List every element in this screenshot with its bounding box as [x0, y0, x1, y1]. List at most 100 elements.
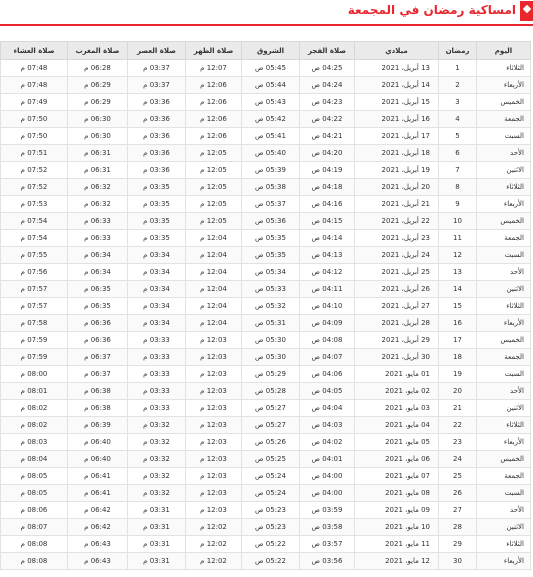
cell-dhuhr: 12:02 م [185, 535, 242, 553]
cell-ramadan: 16 [438, 314, 477, 332]
cell-dhuhr: 12:03 م [185, 348, 242, 366]
cell-asr: 03:36 م [127, 144, 186, 162]
cell-isha: 07:55 م [0, 246, 68, 264]
cell-sunrise: 05:29 ص [241, 365, 300, 383]
cell-maghrib: 06:41 م [67, 484, 128, 502]
cell-gregorian: 01 مايو، 2021 [354, 365, 439, 383]
cell-asr: 03:35 م [127, 178, 186, 196]
cell-day: الأحد [476, 263, 531, 281]
cell-dhuhr: 12:02 م [185, 518, 242, 536]
cell-ramadan: 10 [438, 212, 477, 230]
cell-ramadan: 19 [438, 365, 477, 383]
cell-asr: 03:37 م [127, 76, 186, 94]
cell-ramadan: 29 [438, 535, 477, 553]
cell-ramadan: 24 [438, 450, 477, 468]
flag-icon [520, 1, 533, 21]
cell-sunrise: 05:45 ص [241, 59, 300, 77]
cell-sunrise: 05:22 ص [241, 552, 300, 570]
table-row: الاثنين 28 10 مايو، 2021 03:58 ص 05:23 ص 12:0… [0, 518, 531, 536]
cell-dhuhr: 12:03 م [185, 501, 242, 519]
cell-maghrib: 06:36 م [67, 331, 128, 349]
cell-gregorian: 21 أبريل، 2021 [354, 195, 439, 213]
cell-maghrib: 06:33 م [67, 212, 128, 230]
cell-fajr: 04:18 ص [299, 178, 355, 196]
cell-asr: 03:36 م [127, 161, 186, 179]
cell-sunrise: 05:24 ص [241, 467, 300, 485]
cell-day: الاثنين [476, 161, 531, 179]
header-maghrib: صلاة المغرب [67, 41, 128, 60]
cell-day: السبت [476, 246, 531, 264]
cell-sunrise: 05:38 ص [241, 178, 300, 196]
cell-dhuhr: 12:05 م [185, 212, 242, 230]
cell-sunrise: 05:43 ص [241, 93, 300, 111]
cell-isha: 07:51 م [0, 144, 68, 162]
cell-ramadan: 14 [438, 280, 477, 298]
cell-fajr: 04:08 ص [299, 331, 355, 349]
cell-dhuhr: 12:03 م [185, 365, 242, 383]
cell-isha: 08:06 م [0, 501, 68, 519]
cell-asr: 03:32 م [127, 416, 186, 434]
cell-day: الأحد [476, 382, 531, 400]
cell-dhuhr: 12:03 م [185, 433, 242, 451]
cell-gregorian: 20 أبريل، 2021 [354, 178, 439, 196]
cell-isha: 07:59 م [0, 348, 68, 366]
table-row: الأربعاء 9 21 أبريل، 2021 04:16 ص 05:37 ص 12:… [0, 195, 531, 213]
cell-day: الثلاثاء [476, 535, 531, 553]
cell-day: السبت [476, 365, 531, 383]
cell-sunrise: 05:30 ص [241, 331, 300, 349]
cell-asr: 03:31 م [127, 535, 186, 553]
cell-dhuhr: 12:06 م [185, 93, 242, 111]
cell-dhuhr: 12:05 م [185, 144, 242, 162]
cell-ramadan: 25 [438, 467, 477, 485]
imsakiya-table: اليوم رمضان ميلادي صلاة الفجر الشروق صلا… [0, 41, 531, 570]
cell-isha: 07:50 م [0, 127, 68, 145]
table-row: الجمعة 4 16 أبريل، 2021 04:22 ص 05:42 ص 12:06… [0, 110, 531, 128]
table-row: الاثنين 21 03 مايو، 2021 04:04 ص 05:27 ص 12:0… [0, 399, 531, 417]
table-row: السبت 12 24 أبريل، 2021 04:13 ص 05:35 ص 12:04… [0, 246, 531, 264]
cell-gregorian: 24 أبريل، 2021 [354, 246, 439, 264]
cell-asr: 03:33 م [127, 365, 186, 383]
table-row: الخميس 17 29 أبريل، 2021 04:08 ص 05:30 ص 12:0… [0, 331, 531, 349]
cell-isha: 07:54 م [0, 212, 68, 230]
cell-fajr: 04:23 ص [299, 93, 355, 111]
header-sunrise: الشروق [241, 41, 300, 60]
cell-day: الأحد [476, 501, 531, 519]
cell-day: الثلاثاء [476, 416, 531, 434]
cell-maghrib: 06:37 م [67, 348, 128, 366]
table-row: السبت 19 01 مايو، 2021 04:06 ص 05:29 ص 12:03 … [0, 365, 531, 383]
cell-ramadan: 20 [438, 382, 477, 400]
cell-dhuhr: 12:05 م [185, 195, 242, 213]
cell-fajr: 04:00 ص [299, 467, 355, 485]
cell-day: الخميس [476, 450, 531, 468]
cell-fajr: 04:15 ص [299, 212, 355, 230]
cell-fajr: 04:09 ص [299, 314, 355, 332]
cell-asr: 03:36 م [127, 93, 186, 111]
cell-gregorian: 12 مايو، 2021 [354, 552, 439, 570]
cell-gregorian: 27 أبريل، 2021 [354, 297, 439, 315]
cell-gregorian: 25 أبريل، 2021 [354, 263, 439, 281]
cell-ramadan: 2 [438, 76, 477, 94]
cell-ramadan: 30 [438, 552, 477, 570]
cell-fajr: 04:01 ص [299, 450, 355, 468]
table-row: الثلاثاء 22 04 مايو، 2021 04:03 ص 05:27 ص 12:… [0, 416, 531, 434]
cell-asr: 03:33 م [127, 331, 186, 349]
cell-day: الأربعاء [476, 195, 531, 213]
cell-ramadan: 18 [438, 348, 477, 366]
cell-ramadan: 23 [438, 433, 477, 451]
cell-asr: 03:31 م [127, 501, 186, 519]
cell-dhuhr: 12:06 م [185, 127, 242, 145]
cell-ramadan: 12 [438, 246, 477, 264]
cell-ramadan: 17 [438, 331, 477, 349]
cell-isha: 08:05 م [0, 484, 68, 502]
table-row: الخميس 24 06 مايو، 2021 04:01 ص 05:25 ص 12:03… [0, 450, 531, 468]
cell-sunrise: 05:32 ص [241, 297, 300, 315]
cell-ramadan: 27 [438, 501, 477, 519]
cell-fajr: 04:05 ص [299, 382, 355, 400]
cell-isha: 08:04 م [0, 450, 68, 468]
cell-ramadan: 21 [438, 399, 477, 417]
cell-dhuhr: 12:04 م [185, 314, 242, 332]
cell-maghrib: 06:35 م [67, 297, 128, 315]
table-row: الاثنين 14 26 أبريل، 2021 04:11 ص 05:33 ص 12:… [0, 280, 531, 298]
cell-sunrise: 05:26 ص [241, 433, 300, 451]
cell-sunrise: 05:39 ص [241, 161, 300, 179]
